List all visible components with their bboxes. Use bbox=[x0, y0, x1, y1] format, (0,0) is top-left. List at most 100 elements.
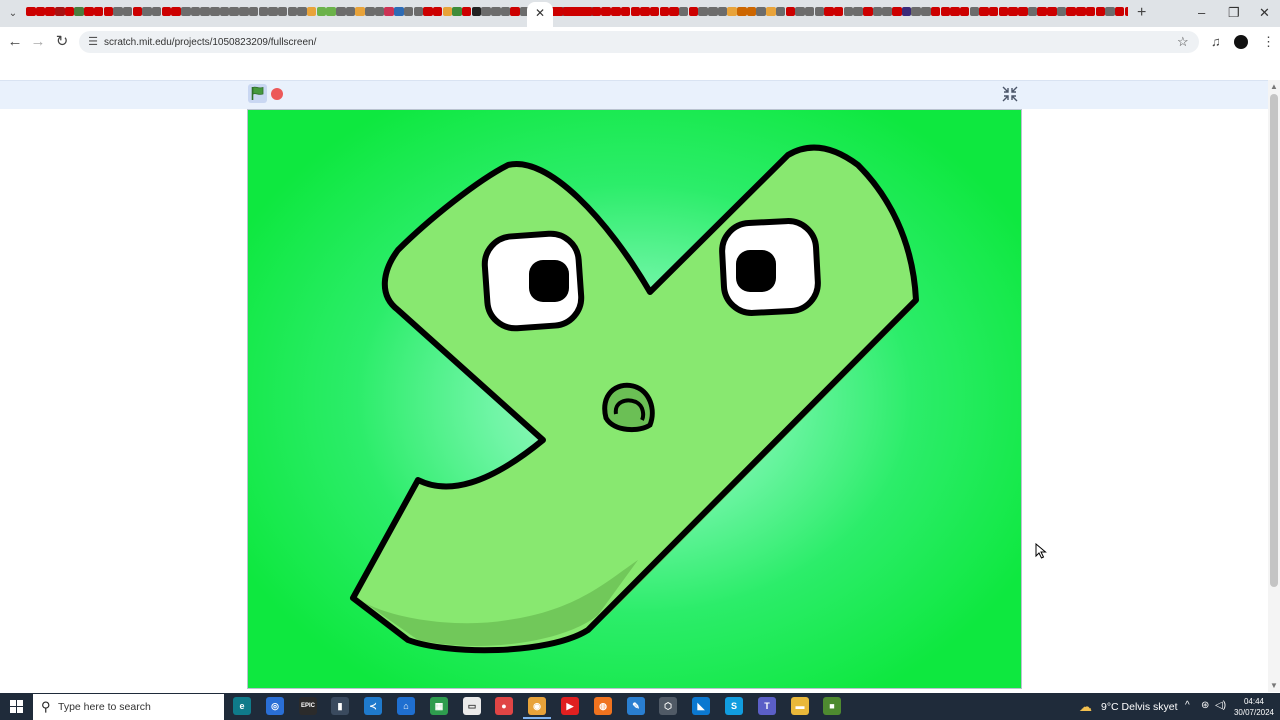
tab-favicon-icon[interactable] bbox=[766, 7, 776, 16]
tab-favicon-icon[interactable] bbox=[717, 7, 728, 16]
letter-y-sprite[interactable] bbox=[248, 110, 1022, 689]
office-icon[interactable]: ▦ bbox=[430, 697, 448, 715]
minecraft-icon[interactable]: ■ bbox=[823, 697, 841, 715]
tab-favicon-icon[interactable] bbox=[103, 7, 113, 16]
tab-favicon-icon[interactable] bbox=[591, 7, 602, 16]
tab-favicon-icon[interactable] bbox=[64, 7, 75, 16]
tab-favicon-icon[interactable] bbox=[640, 7, 650, 16]
tab-favicon-icon[interactable] bbox=[297, 7, 307, 16]
browser-blue-icon[interactable]: ◎ bbox=[266, 697, 284, 715]
new-tab-icon[interactable]: + bbox=[1137, 5, 1146, 21]
tab-favicon-icon[interactable] bbox=[1085, 7, 1096, 16]
tab-favicon-icon[interactable] bbox=[481, 7, 491, 16]
paint-icon[interactable]: ✎ bbox=[627, 697, 645, 715]
tab-favicon-icon[interactable] bbox=[394, 7, 404, 16]
tab-favicon-icon[interactable] bbox=[892, 7, 902, 16]
tab-favicon-icon[interactable] bbox=[611, 7, 621, 16]
tab-favicon-icon[interactable] bbox=[151, 7, 162, 16]
taskbar-search-placeholder[interactable]: Type here to search bbox=[58, 701, 151, 713]
tab-favicon-icon[interactable] bbox=[142, 7, 152, 16]
tab-favicon-icon[interactable] bbox=[824, 7, 834, 16]
tab-favicon-icon[interactable] bbox=[491, 7, 501, 16]
tab-favicon-icon[interactable] bbox=[1056, 7, 1067, 16]
tab-favicon-icon[interactable] bbox=[345, 7, 356, 16]
scroll-thumb[interactable] bbox=[1270, 94, 1278, 587]
tab-favicon-icon[interactable] bbox=[659, 7, 670, 16]
tab-search-chevron-icon[interactable]: ⌄ bbox=[6, 7, 20, 21]
tab-favicon-icon[interactable] bbox=[601, 7, 611, 16]
tab-favicon-icon[interactable] bbox=[804, 7, 815, 16]
tab-favicon-icon[interactable] bbox=[950, 7, 960, 16]
tab-favicon-icon[interactable] bbox=[55, 7, 65, 16]
explorer-icon[interactable]: ▬ bbox=[791, 697, 809, 715]
tab-favicon-icon[interactable] bbox=[562, 7, 573, 16]
tab-favicon-icon[interactable] bbox=[1066, 7, 1076, 16]
tab-favicon-icon[interactable] bbox=[669, 7, 679, 16]
notepad-icon[interactable]: ▭ bbox=[463, 697, 481, 715]
tab-favicon-icon[interactable] bbox=[727, 7, 737, 16]
tab-favicon-icon[interactable] bbox=[814, 7, 825, 16]
tab-favicon-icon[interactable] bbox=[510, 7, 520, 16]
profile-avatar[interactable] bbox=[1234, 35, 1248, 49]
tab-favicon-icon[interactable] bbox=[161, 7, 172, 16]
media-control-icon[interactable]: ♫ bbox=[1211, 34, 1221, 49]
tab-favicon-icon[interactable] bbox=[1018, 7, 1028, 16]
tab-favicon-icon[interactable] bbox=[833, 7, 844, 16]
close-tab-icon[interactable]: ✕ bbox=[535, 6, 545, 20]
tab-favicon-icon[interactable] bbox=[316, 7, 327, 16]
restore-icon[interactable]: ❐ bbox=[1228, 5, 1240, 21]
tab-favicon-icon[interactable] bbox=[432, 7, 443, 16]
tab-favicon-icon[interactable] bbox=[26, 7, 36, 16]
tab-favicon-icon[interactable] bbox=[1095, 7, 1105, 16]
tab-favicon-icon[interactable] bbox=[461, 7, 472, 16]
tab-favicon-icon[interactable] bbox=[1047, 7, 1057, 16]
tab-favicon-icon[interactable] bbox=[901, 7, 912, 16]
tab-favicon-icon[interactable] bbox=[113, 7, 123, 16]
scroll-up-icon[interactable]: ▲ bbox=[1270, 82, 1278, 91]
tab-favicon-icon[interactable] bbox=[374, 7, 385, 16]
forward-icon[interactable]: → bbox=[29, 33, 47, 51]
tab-favicon-icon[interactable] bbox=[442, 7, 453, 16]
tab-favicon-icon[interactable] bbox=[355, 7, 365, 16]
chrome-icon[interactable]: ◉ bbox=[528, 697, 546, 715]
tab-favicon-icon[interactable] bbox=[795, 7, 805, 16]
stop-button[interactable] bbox=[271, 88, 283, 100]
tab-favicon-icon[interactable] bbox=[239, 7, 249, 16]
tab-favicon-icon[interactable] bbox=[181, 7, 191, 16]
tab-favicon-icon[interactable] bbox=[171, 7, 181, 16]
tab-favicon-icon[interactable] bbox=[84, 7, 94, 16]
tab-favicon-icon[interactable] bbox=[911, 7, 921, 16]
recorder-icon[interactable]: ● bbox=[495, 697, 513, 715]
taskbar-clock[interactable]: 04:44 30/07/2024 bbox=[1232, 696, 1276, 718]
tab-favicon-icon[interactable] bbox=[1037, 7, 1047, 16]
editor-icon[interactable]: ◣ bbox=[692, 697, 710, 715]
active-tab[interactable]: ✕ bbox=[527, 2, 553, 27]
tab-favicon-icon[interactable] bbox=[746, 7, 757, 16]
vscode-icon[interactable]: ≺ bbox=[364, 697, 382, 715]
tab-favicon-icon[interactable] bbox=[630, 7, 640, 16]
windows-start-icon[interactable] bbox=[10, 700, 23, 713]
tab-favicon-icon[interactable] bbox=[326, 7, 336, 16]
tab-favicon-icon[interactable] bbox=[988, 7, 999, 16]
site-info-icon[interactable]: ☰ bbox=[86, 35, 100, 49]
tab-favicon-icon[interactable] bbox=[277, 7, 288, 16]
tab-favicon-icon[interactable] bbox=[423, 7, 433, 16]
green-flag-button[interactable] bbox=[248, 84, 267, 103]
epic-games-icon[interactable]: EPIC bbox=[299, 697, 317, 715]
tab-favicon-icon[interactable] bbox=[190, 7, 201, 16]
tab-favicon-icon[interactable] bbox=[698, 7, 708, 16]
tab-favicon-icon[interactable] bbox=[471, 7, 482, 16]
volume-icon[interactable]: ◁) bbox=[1215, 700, 1226, 711]
project-stage[interactable] bbox=[247, 109, 1022, 689]
tab-favicon-icon[interactable] bbox=[582, 7, 592, 16]
browser-menu-icon[interactable]: ⋮ bbox=[1262, 34, 1275, 50]
tab-favicon-icon[interactable] bbox=[287, 7, 298, 16]
tab-favicon-icon[interactable] bbox=[688, 7, 699, 16]
tab-favicon-icon[interactable] bbox=[1105, 7, 1115, 16]
tab-favicon-icon[interactable] bbox=[678, 7, 689, 16]
tab-favicon-icon[interactable] bbox=[872, 7, 883, 16]
tray-chevron-icon[interactable]: ^ bbox=[1185, 700, 1190, 711]
tab-favicon-icon[interactable] bbox=[403, 7, 414, 16]
tab-favicon-icon[interactable] bbox=[210, 7, 220, 16]
close-window-icon[interactable]: ✕ bbox=[1259, 5, 1270, 21]
